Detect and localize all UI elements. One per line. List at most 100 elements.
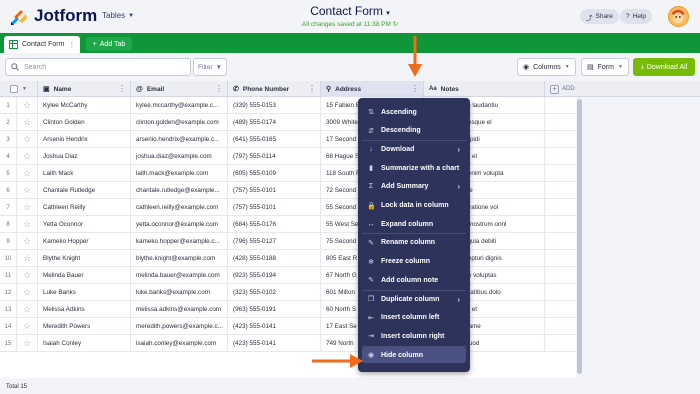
cell-name[interactable]: Melissa Adkins: [38, 301, 131, 318]
more-vertical-icon[interactable]: ⋮: [215, 84, 223, 93]
cell-phone[interactable]: (605) 555-0109: [228, 165, 321, 182]
cell-email[interactable]: laith.mack@example.com: [131, 165, 228, 182]
star-icon[interactable]: ☆: [17, 165, 38, 182]
star-icon[interactable]: ☆: [17, 335, 38, 352]
star-icon[interactable]: ☆: [17, 182, 38, 199]
search-input[interactable]: Search: [5, 58, 191, 76]
table-row[interactable]: 8 ☆ Yetta Oconnor yetta.oconnor@example.com…: [0, 216, 576, 233]
cell-email[interactable]: isaiah.conley@example.com: [131, 335, 228, 352]
more-vertical-icon[interactable]: ⋮: [411, 84, 419, 93]
table-row[interactable]: 5 ☆ Laith Mack laith.mack@example.com (605) …: [0, 165, 576, 182]
column-header-phone[interactable]: ✆ Phone Number ⋮: [228, 81, 321, 97]
cell-name[interactable]: Chantale Rutledge: [38, 182, 131, 199]
star-icon[interactable]: ☆: [17, 114, 38, 131]
share-button[interactable]: ⤴ Share: [580, 9, 619, 24]
cell-email[interactable]: chantale.rutledge@example...: [131, 182, 228, 199]
cell-name[interactable]: Joshua Diaz: [38, 148, 131, 165]
cell-name[interactable]: Arsenio Hendrix: [38, 131, 131, 148]
menu-item-insert-column-right[interactable]: ⇥ Insert column right: [362, 328, 466, 344]
cell-email[interactable]: meredith.powers@example.c...: [131, 318, 228, 335]
star-icon[interactable]: ☆: [17, 97, 38, 114]
star-icon[interactable]: ☆: [17, 318, 38, 335]
cell-phone[interactable]: (963) 555-0191: [228, 301, 321, 318]
table-row[interactable]: 9 ☆ Kameko Hopper kameko.hopper@example.c..…: [0, 233, 576, 250]
select-all-checkbox[interactable]: [10, 85, 19, 93]
cell-email[interactable]: arsenio.hendrix@example.c...: [131, 131, 228, 148]
table-row[interactable]: 12 ☆ Luke Banks luke.banks@example.com (323)…: [0, 284, 576, 301]
cell-phone[interactable]: (757) 555-0101: [228, 182, 321, 199]
cell-name[interactable]: Isaiah Conley: [38, 335, 131, 352]
cell-phone[interactable]: (339) 555-0153: [228, 97, 321, 114]
table-row[interactable]: 1 ☆ Kylee McCarthy kylee.mccarthy@example.c…: [0, 97, 576, 114]
cell-email[interactable]: melissa.adkins@example.com: [131, 301, 228, 318]
cell-name[interactable]: Kylee McCarthy: [38, 97, 131, 114]
cell-email[interactable]: luke.banks@example.com: [131, 284, 228, 301]
menu-item-duplicate-column[interactable]: ❐ Duplicate column ›: [362, 291, 466, 307]
column-header-notes[interactable]: Aa Notes: [424, 81, 545, 97]
star-icon[interactable]: ☆: [17, 216, 38, 233]
star-icon[interactable]: ☆: [17, 267, 38, 284]
jotform-logo[interactable]: Jotform: [8, 5, 97, 27]
star-icon[interactable]: ☆: [17, 131, 38, 148]
cell-name[interactable]: Yetta Oconnor: [38, 216, 131, 233]
vertical-scrollbar[interactable]: [577, 99, 582, 374]
table-row[interactable]: 7 ☆ Cathleen Reilly cathleen.reilly@example…: [0, 199, 576, 216]
cell-name[interactable]: Kameko Hopper: [38, 233, 131, 250]
table-row[interactable]: 15 ☆ Isaiah Conley isaiah.conley@example.co…: [0, 335, 576, 352]
star-icon[interactable]: ☆: [17, 250, 38, 267]
form-button[interactable]: ▤ Form ▼: [581, 58, 629, 76]
cell-phone[interactable]: (923) 555-0194: [228, 267, 321, 284]
column-header-address[interactable]: ⚲ Address ⋮: [321, 81, 424, 97]
more-vertical-icon[interactable]: ⋮: [68, 41, 75, 49]
tables-menu[interactable]: Tables ▼: [102, 11, 134, 20]
add-column-button[interactable]: + ADD: [545, 81, 577, 97]
cell-phone[interactable]: (641) 555-0165: [228, 131, 321, 148]
cell-email[interactable]: yetta.oconnor@example.com: [131, 216, 228, 233]
table-row[interactable]: 2 ☆ Clinton Golden clinton.golden@example.c…: [0, 114, 576, 131]
more-vertical-icon[interactable]: ⋮: [308, 84, 316, 93]
tab-contact-form[interactable]: Contact Form ⋮: [4, 36, 80, 53]
cell-phone[interactable]: (684) 555-0176: [228, 216, 321, 233]
cell-email[interactable]: cathleen.reilly@example.com: [131, 199, 228, 216]
column-header-name[interactable]: ▣ Name ⋮: [38, 81, 131, 97]
cell-phone[interactable]: (796) 555-0127: [228, 233, 321, 250]
cell-email[interactable]: clinton.golden@example.com: [131, 114, 228, 131]
cell-phone[interactable]: (489) 555-0174: [228, 114, 321, 131]
menu-item-ascending[interactable]: ⇅ Ascending: [362, 104, 466, 120]
cell-email[interactable]: kameko.hopper@example.c...: [131, 233, 228, 250]
menu-item-add-summary[interactable]: Σ Add Summary ›: [362, 179, 466, 195]
cell-name[interactable]: Cathleen Reilly: [38, 199, 131, 216]
menu-item-freeze-column[interactable]: ❄ Freeze column: [362, 254, 466, 270]
menu-item-hide-column[interactable]: ◉ Hide column: [362, 347, 466, 364]
menu-item-lock-data-in-column[interactable]: 🔒 Lock data in column: [362, 198, 466, 214]
cell-name[interactable]: Luke Banks: [38, 284, 131, 301]
menu-item-expand-column[interactable]: ↔ Expand column: [362, 216, 466, 232]
columns-button[interactable]: ◉ Columns ▼: [517, 58, 576, 76]
table-row[interactable]: 14 ☆ Meredith Powers meredith.powers@exampl…: [0, 318, 576, 335]
avatar[interactable]: [668, 6, 689, 27]
menu-item-insert-column-left[interactable]: ⇤ Insert column left: [362, 310, 466, 326]
cell-phone[interactable]: (323) 555-0102: [228, 284, 321, 301]
menu-item-download[interactable]: ↓ Download ›: [362, 141, 466, 157]
menu-item-summarize-with-a-chart[interactable]: ▮ Summarize with a chart: [362, 160, 466, 176]
chevron-down-icon[interactable]: ▼: [22, 86, 27, 92]
more-vertical-icon[interactable]: ⋮: [118, 84, 126, 93]
menu-item-descending[interactable]: ⇵ Descending: [362, 123, 466, 139]
table-row[interactable]: 13 ☆ Melissa Adkins melissa.adkins@example.…: [0, 301, 576, 318]
star-icon[interactable]: ☆: [17, 233, 38, 250]
star-icon[interactable]: ☆: [17, 284, 38, 301]
menu-item-add-column-note[interactable]: ✎ Add column note: [362, 272, 466, 288]
download-all-button[interactable]: ⤓ Download All: [633, 58, 695, 76]
help-button[interactable]: ? Help: [620, 9, 652, 24]
cell-name[interactable]: Laith Mack: [38, 165, 131, 182]
cell-phone[interactable]: (757) 555-0101: [228, 199, 321, 216]
menu-item-rename-column[interactable]: ✎ Rename column: [362, 235, 466, 251]
cell-name[interactable]: Melinda Bauer: [38, 267, 131, 284]
form-title[interactable]: Contact Form ▾: [250, 4, 450, 18]
cell-phone[interactable]: (428) 555-0188: [228, 250, 321, 267]
cell-email[interactable]: joshua.diaz@example.com: [131, 148, 228, 165]
cell-email[interactable]: kylee.mccarthy@example.c...: [131, 97, 228, 114]
table-row[interactable]: 4 ☆ Joshua Diaz joshua.diaz@example.com (797…: [0, 148, 576, 165]
cell-phone[interactable]: (423) 555-0141: [228, 335, 321, 352]
filter-button[interactable]: Filter ▼: [193, 58, 227, 76]
